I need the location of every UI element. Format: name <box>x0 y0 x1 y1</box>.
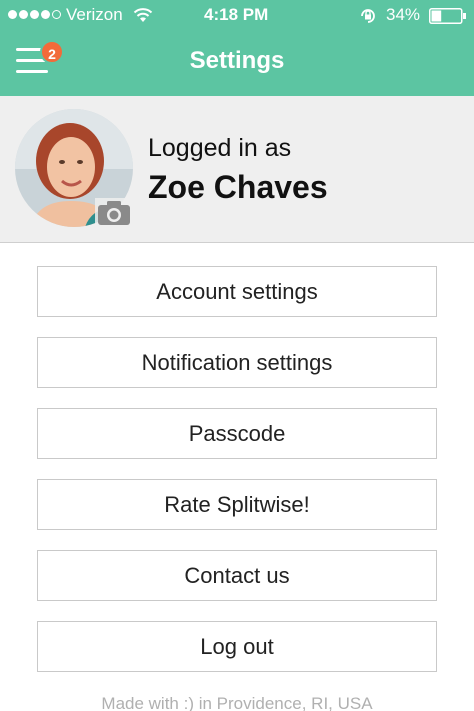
log-out-button[interactable]: Log out <box>37 621 437 672</box>
rotation-lock-icon <box>361 9 375 23</box>
passcode-button[interactable]: Passcode <box>37 408 437 459</box>
app-header: Verizon 4:18 PM 34% 2 Settings <box>0 0 474 96</box>
user-name: Zoe Chaves <box>148 169 328 205</box>
clock: 4:18 PM <box>204 5 269 24</box>
profile-section: Logged in as Zoe Chaves <box>0 96 474 243</box>
status-bar: Verizon 4:18 PM 34% <box>0 0 474 32</box>
notification-settings-button[interactable]: Notification settings <box>37 337 437 388</box>
wifi-icon <box>133 8 153 22</box>
battery-icon <box>429 8 466 24</box>
carrier-name: Verizon <box>66 5 123 24</box>
logged-in-label: Logged in as <box>148 134 292 162</box>
battery-percent: 34% <box>386 5 421 24</box>
rate-app-button[interactable]: Rate Splitwise! <box>37 479 437 530</box>
account-settings-button[interactable]: Account settings <box>37 266 437 317</box>
page-title: Settings <box>189 47 285 74</box>
footer-text: Made with :) in Providence, RI, USA <box>101 694 373 711</box>
signal-strength-icon <box>8 10 63 22</box>
contact-us-button[interactable]: Contact us <box>37 550 437 601</box>
camera-icon[interactable] <box>95 198 133 228</box>
